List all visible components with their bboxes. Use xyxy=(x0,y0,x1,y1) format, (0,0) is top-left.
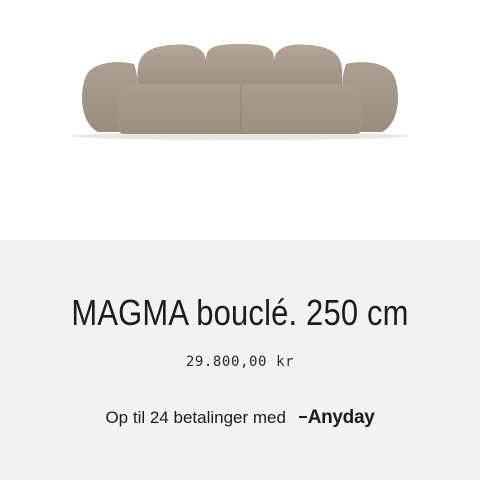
product-title[interactable]: MAGMA bouclé. 250 cm xyxy=(34,292,447,334)
seat-cushion-left xyxy=(117,84,241,134)
anyday-logo-text: Anyday xyxy=(307,407,375,428)
product-price: 29.800,00 kr xyxy=(185,354,295,370)
installments-text: Op til 24 betalinger med xyxy=(105,408,286,427)
back-cushion-left xyxy=(137,44,206,88)
back-cushion-center xyxy=(206,44,274,88)
anyday-logo: Anyday xyxy=(298,407,375,429)
seat-cushion-right xyxy=(240,84,363,134)
product-info: MAGMA bouclé. 250 cm 29.800,00 kr Op til… xyxy=(0,240,480,480)
installments-info: Op til 24 betalinger med Anyday xyxy=(0,407,480,429)
back-cushion-right xyxy=(274,44,343,88)
anyday-dash-icon xyxy=(298,415,307,418)
product-image[interactable] xyxy=(0,0,480,240)
sofa-illustration xyxy=(72,44,408,140)
product-card[interactable]: MAGMA bouclé. 250 cm 29.800,00 kr Op til… xyxy=(0,0,480,480)
